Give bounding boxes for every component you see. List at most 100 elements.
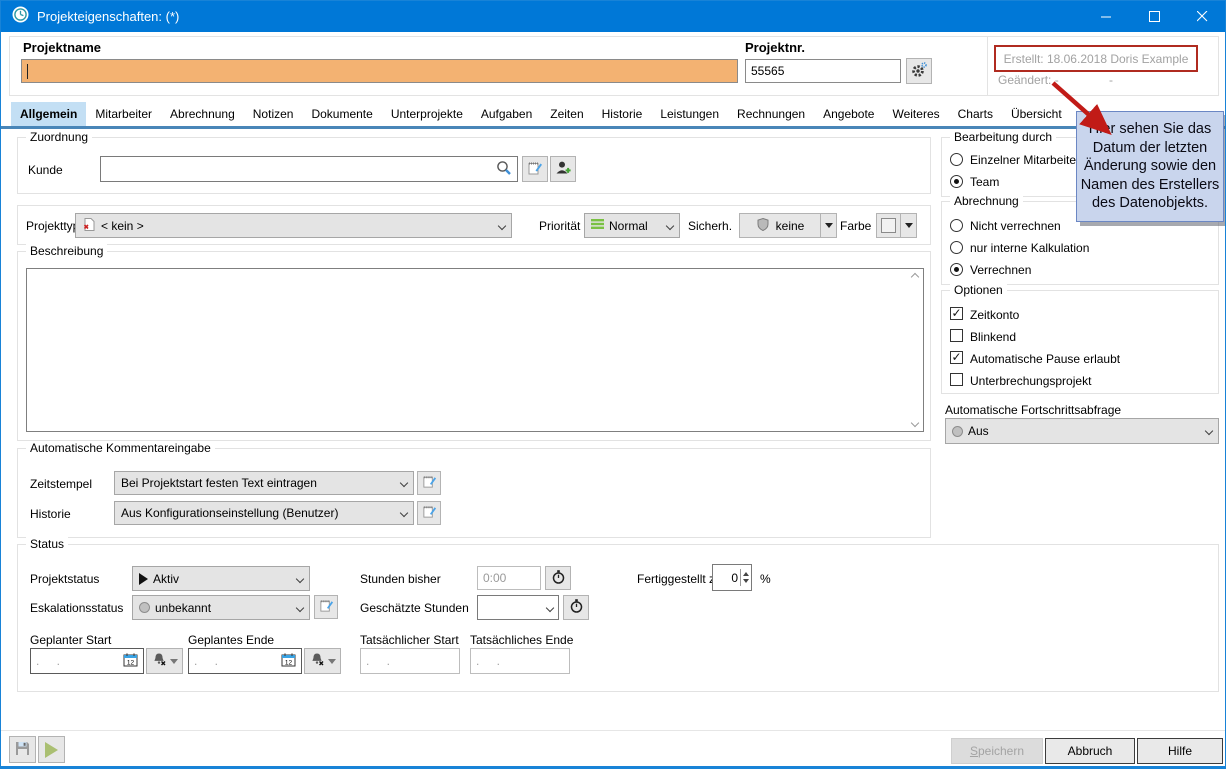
sicherheit-button[interactable]: keine xyxy=(739,213,821,238)
spinner-arrows[interactable] xyxy=(740,569,751,586)
gear-icon xyxy=(910,61,928,82)
projektstatus-dropdown[interactable]: Aktiv xyxy=(132,566,310,591)
checkbox-automatische-pause[interactable] xyxy=(950,351,963,364)
tab-aufgaben[interactable]: Aufgaben xyxy=(472,102,541,126)
projektnr-value: 55565 xyxy=(751,64,784,78)
hilfe-label: Hilfe xyxy=(1168,744,1192,758)
stunden-timer-button[interactable] xyxy=(545,566,571,590)
tab-dokumente[interactable]: Dokumente xyxy=(302,102,381,126)
hilfe-button[interactable]: Hilfe xyxy=(1137,738,1223,764)
abbruch-label: Abbruch xyxy=(1068,744,1113,758)
abrechnung-legend: Abrechnung xyxy=(950,194,1023,208)
close-button[interactable] xyxy=(1179,1,1225,32)
projektnr-input[interactable]: 55565 xyxy=(745,59,901,83)
projektname-input[interactable] xyxy=(21,59,738,83)
prioritaet-value: Normal xyxy=(609,219,648,233)
checkbox-zeitkonto[interactable] xyxy=(950,307,963,320)
radio-einzelner-mitarbeiter[interactable] xyxy=(950,153,963,166)
text-caret xyxy=(27,64,28,79)
zeitstempel-value: Bei Projektstart festen Text eintragen xyxy=(121,476,317,490)
chevron-down-icon xyxy=(296,603,304,611)
zeitstempel-dropdown[interactable]: Bei Projektstart festen Text eintragen xyxy=(114,471,414,495)
sicherheit-dropdown-arrow[interactable] xyxy=(820,213,837,238)
radio-nicht-verrechnen-label: Nicht verrechnen xyxy=(970,219,1061,233)
kunde-add-button[interactable] xyxy=(550,156,576,182)
radio-verrechnen-label: Verrechnen xyxy=(970,263,1031,277)
geplantes-ende-reminder-button[interactable] xyxy=(304,648,341,674)
erstellt-annotation-box: Erstellt: 18.06.2018 Doris Example xyxy=(994,45,1198,72)
optionen-group: Optionen Zeitkonto Blinkend Automatische… xyxy=(941,290,1219,394)
radio-team[interactable] xyxy=(950,175,963,188)
eskalation-edit-button[interactable] xyxy=(314,595,338,619)
beschreibung-group: Beschreibung xyxy=(17,251,931,441)
abbruch-button[interactable]: Abbruch xyxy=(1045,738,1135,764)
tab-abrechnung[interactable]: Abrechnung xyxy=(161,102,244,126)
checkbox-automatische-pause-label: Automatische Pause erlaubt xyxy=(970,352,1120,366)
tab-unterprojekte[interactable]: Unterprojekte xyxy=(382,102,472,126)
header-divider xyxy=(987,37,988,95)
tab-mitarbeiter[interactable]: Mitarbeiter xyxy=(86,102,161,126)
projekttyp-dropdown[interactable]: < kein > xyxy=(75,213,512,238)
radio-nicht-verrechnen[interactable] xyxy=(950,219,963,232)
speichern-button[interactable]: Speichern xyxy=(951,738,1043,764)
eskalationsstatus-dropdown[interactable]: unbekannt xyxy=(132,595,310,620)
geschaetzt-timer-button[interactable] xyxy=(563,595,589,620)
radio-team-label: Team xyxy=(970,175,999,189)
kunde-edit-button[interactable] xyxy=(522,156,548,182)
checkbox-unterbrechungsprojekt[interactable] xyxy=(950,373,963,386)
zeitstempel-label: Zeitstempel xyxy=(30,477,92,491)
edit-icon xyxy=(422,504,437,522)
radio-verrechnen[interactable] xyxy=(950,263,963,276)
geplanter-start-input[interactable]: . . 12 xyxy=(30,648,144,674)
tab-angebote[interactable]: Angebote xyxy=(814,102,883,126)
maximize-button[interactable] xyxy=(1131,1,1177,32)
prioritaet-dropdown[interactable]: Normal xyxy=(584,213,680,238)
tab-weiteres[interactable]: Weiteres xyxy=(883,102,948,126)
checkbox-blinkend-label: Blinkend xyxy=(970,330,1016,344)
tab-zeiten[interactable]: Zeiten xyxy=(541,102,592,126)
tab-allgemein[interactable]: Allgemein xyxy=(11,102,86,126)
status-group: Status Projektstatus Aktiv Eskalationsst… xyxy=(17,544,1219,692)
eskalationsstatus-label: Eskalationsstatus xyxy=(30,601,123,615)
quick-save-button[interactable] xyxy=(9,736,36,763)
tab-historie[interactable]: Historie xyxy=(593,102,652,126)
sicherheit-label: Sicherh. xyxy=(688,219,732,233)
footer-divider xyxy=(1,730,1225,731)
start-project-button[interactable] xyxy=(38,736,65,763)
beschreibung-textarea[interactable] xyxy=(26,268,924,432)
bell-off-icon xyxy=(310,652,325,670)
chevron-down-icon xyxy=(546,603,554,611)
gray-dot-icon xyxy=(952,426,963,437)
tab-leistungen[interactable]: Leistungen xyxy=(651,102,728,126)
minimize-button[interactable] xyxy=(1083,1,1129,32)
geplanter-start-value: . . xyxy=(36,654,67,668)
fortschrittsabfrage-label: Automatische Fortschrittsabfrage xyxy=(945,403,1121,417)
geschaetzte-stunden-combo[interactable] xyxy=(477,595,559,620)
projektstatus-value: Aktiv xyxy=(153,572,179,586)
projektnr-settings-button[interactable] xyxy=(906,58,932,84)
fortschrittsabfrage-dropdown[interactable]: Aus xyxy=(945,418,1219,444)
status-legend: Status xyxy=(26,537,68,551)
kommentareingabe-legend: Automatische Kommentareingabe xyxy=(26,441,215,455)
kunde-search-input[interactable] xyxy=(100,156,518,182)
fertiggestellt-spinner[interactable]: 0 xyxy=(712,564,752,591)
textarea-scrollbar[interactable] xyxy=(907,270,922,430)
tab-rechnungen[interactable]: Rechnungen xyxy=(728,102,814,126)
projektname-label: Projektname xyxy=(23,40,101,55)
tab-notizen[interactable]: Notizen xyxy=(244,102,303,126)
historie-edit-button[interactable] xyxy=(417,501,441,525)
radio-interne-kalkulation[interactable] xyxy=(950,241,963,254)
geplantes-ende-input[interactable]: . . 12 xyxy=(188,648,302,674)
zeitstempel-edit-button[interactable] xyxy=(417,471,441,495)
eskalationsstatus-value: unbekannt xyxy=(155,601,211,615)
farbe-dropdown-arrow[interactable] xyxy=(900,213,917,238)
tab-charts[interactable]: Charts xyxy=(949,102,1002,126)
zuordnung-legend: Zuordnung xyxy=(26,130,92,144)
projektstatus-label: Projektstatus xyxy=(30,572,99,586)
checkbox-blinkend[interactable] xyxy=(950,329,963,342)
historie-dropdown[interactable]: Aus Konfigurationseinstellung (Benutzer) xyxy=(114,501,414,525)
triangle-down-icon xyxy=(905,223,913,228)
farbe-swatch-button[interactable] xyxy=(876,213,901,238)
geplanter-start-reminder-button[interactable] xyxy=(146,648,183,674)
geplantes-ende-value: . . xyxy=(194,654,225,668)
